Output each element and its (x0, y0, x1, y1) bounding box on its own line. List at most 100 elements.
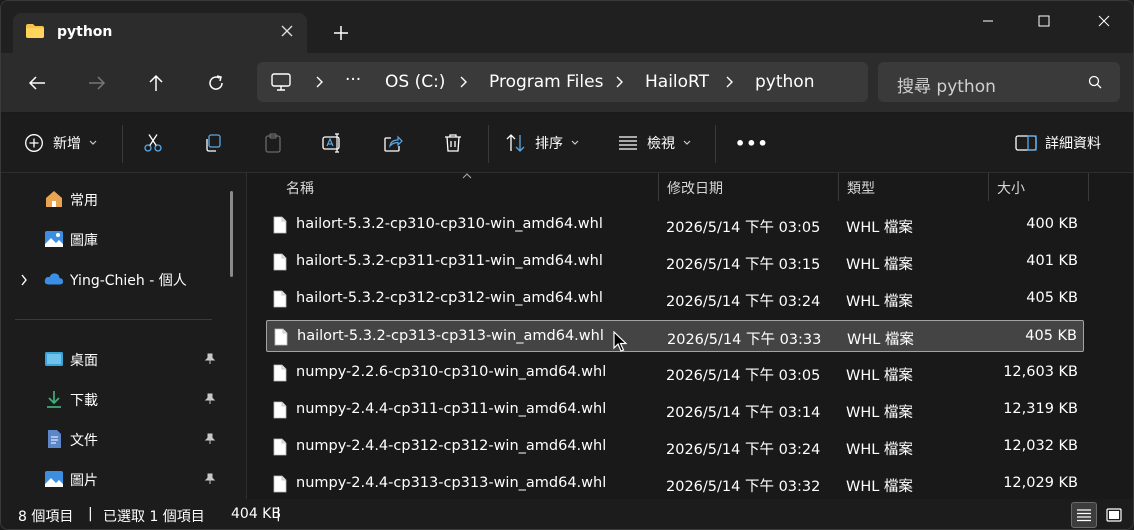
divider (122, 125, 123, 163)
file-size: 400 KB (1026, 216, 1078, 232)
file-icon (273, 364, 287, 382)
delete-button[interactable] (442, 129, 464, 157)
sidebar-item-home[interactable]: 常用 (1, 181, 231, 217)
file-size: 405 KB (1025, 328, 1077, 344)
file-size: 12,032 KB (1003, 438, 1078, 454)
column-header-date[interactable]: 修改日期 (659, 173, 838, 201)
file-row[interactable]: hailort-5.3.2-cp313-cp313-win_amd64.whl 2… (266, 320, 1084, 352)
paste-button[interactable] (262, 129, 284, 157)
file-icon (273, 290, 287, 308)
file-name: hailort-5.3.2-cp310-cp310-win_amd64.whl (296, 216, 603, 232)
back-button[interactable] (21, 67, 53, 99)
file-date: 2026/5/14 下午 03:33 (667, 332, 822, 348)
chevron-down-icon (89, 140, 97, 145)
sort-button[interactable]: 排序 (505, 129, 579, 157)
column-header-size[interactable]: 大小 (989, 173, 1088, 201)
sort-icon (505, 132, 527, 154)
search-box[interactable]: 搜尋 python (878, 62, 1120, 102)
file-row[interactable]: numpy-2.4.4-cp312-cp312-win_amd64.whl 202… (266, 431, 1084, 463)
pin-icon[interactable] (204, 433, 216, 445)
file-type: WHL 檔案 (846, 294, 913, 310)
sidebar-item-pictures[interactable]: 圖片 (1, 461, 231, 497)
column-header-label: 大小 (997, 181, 1025, 197)
breadcrumb-program-files[interactable]: Program Files (489, 72, 603, 92)
trash-icon (442, 132, 464, 154)
view-list-icon (617, 132, 639, 154)
file-date: 2026/5/14 下午 03:14 (666, 405, 821, 421)
sidebar-item-onedrive[interactable]: Ying-Chieh - 個人 (1, 261, 231, 297)
view-button[interactable]: 檢視 (617, 129, 691, 157)
close-icon (1098, 15, 1110, 27)
tiles-view-button[interactable] (1101, 502, 1127, 528)
column-divider[interactable] (1088, 173, 1089, 201)
breadcrumb-hailort[interactable]: HailoRT (645, 72, 709, 92)
up-button[interactable] (140, 67, 172, 99)
column-header-type[interactable]: 類型 (839, 173, 988, 201)
chevron-right-icon[interactable] (458, 75, 468, 89)
file-row[interactable]: hailort-5.3.2-cp310-cp310-win_amd64.whl 2… (266, 209, 1084, 241)
close-icon[interactable] (279, 23, 295, 39)
chevron-right-icon[interactable] (20, 274, 28, 286)
sidebar-item-downloads[interactable]: 下載 (1, 381, 231, 417)
pin-icon[interactable] (204, 353, 216, 365)
new-button[interactable]: 新增 (23, 129, 97, 157)
mouse-cursor-icon (613, 331, 627, 352)
file-date: 2026/5/14 下午 03:15 (666, 257, 821, 273)
sidebar-item-gallery[interactable]: 圖庫 (1, 221, 231, 257)
desktop-icon (45, 352, 63, 366)
share-button[interactable] (382, 129, 404, 157)
chevron-right-icon[interactable] (614, 75, 624, 89)
onedrive-cloud-icon (44, 273, 64, 285)
chevron-right-icon[interactable] (314, 75, 324, 89)
column-header-label: 名稱 (286, 181, 314, 197)
file-name: hailort-5.3.2-cp313-cp313-win_amd64.whl (297, 328, 604, 344)
divider (488, 125, 489, 163)
file-name: numpy-2.4.4-cp311-cp311-win_amd64.whl (296, 401, 607, 417)
file-row[interactable]: numpy-2.2.6-cp310-cp310-win_amd64.whl 202… (266, 357, 1084, 389)
download-icon (47, 391, 61, 408)
status-separator: | (276, 506, 281, 522)
copy-button[interactable] (202, 129, 224, 157)
address-bar[interactable]: ··· OS (C:) Program Files HailoRT python (257, 62, 868, 102)
file-type: WHL 檔案 (847, 332, 914, 348)
rename-button[interactable] (322, 129, 344, 157)
column-header-name[interactable]: 名稱 (266, 173, 658, 201)
view-label: 檢視 (647, 136, 675, 152)
item-count: 8 個項目 (18, 509, 74, 525)
sidebar-scrollbar[interactable] (230, 191, 233, 277)
pictures-icon (45, 471, 63, 487)
forward-button[interactable] (81, 67, 113, 99)
up-arrow-icon (149, 74, 163, 91)
documents-icon (48, 430, 61, 448)
file-name: hailort-5.3.2-cp312-cp312-win_amd64.whl (296, 290, 603, 306)
breadcrumb-overflow[interactable]: ··· (345, 70, 361, 90)
minimize-button[interactable] (965, 5, 1011, 37)
add-circle-icon (23, 132, 45, 154)
close-window-button[interactable] (1081, 5, 1127, 37)
details-pane-button[interactable]: 詳細資料 (1015, 129, 1101, 157)
breadcrumb-python[interactable]: python (755, 72, 814, 92)
file-date: 2026/5/14 下午 03:24 (666, 294, 821, 310)
chevron-right-icon[interactable] (724, 75, 734, 89)
status-separator: | (88, 506, 93, 522)
selected-count: 已選取 1 個項目 (103, 509, 205, 525)
file-date: 2026/5/14 下午 03:24 (666, 442, 821, 458)
file-row[interactable]: numpy-2.4.4-cp311-cp311-win_amd64.whl 202… (266, 394, 1084, 426)
cut-button[interactable] (142, 129, 164, 157)
sidebar-item-documents[interactable]: 文件 (1, 421, 231, 457)
new-tab-button[interactable] (327, 19, 355, 47)
pin-icon[interactable] (204, 473, 216, 485)
file-row[interactable]: numpy-2.4.4-cp313-cp313-win_amd64.whl 202… (266, 468, 1084, 500)
sidebar-item-desktop[interactable]: 桌面 (1, 341, 231, 377)
file-icon (273, 401, 287, 419)
file-row[interactable]: hailort-5.3.2-cp312-cp312-win_amd64.whl 2… (266, 283, 1084, 315)
refresh-button[interactable] (200, 67, 232, 99)
more-options-button[interactable]: ••• (735, 129, 769, 157)
sidebar-item-label: 圖庫 (70, 233, 98, 249)
file-row[interactable]: hailort-5.3.2-cp311-cp311-win_amd64.whl 2… (266, 246, 1084, 278)
maximize-button[interactable] (1021, 5, 1067, 37)
details-view-button[interactable] (1071, 502, 1097, 528)
tab-python[interactable]: python (13, 13, 307, 53)
pin-icon[interactable] (204, 393, 216, 405)
breadcrumb-os-c[interactable]: OS (C:) (385, 72, 445, 92)
